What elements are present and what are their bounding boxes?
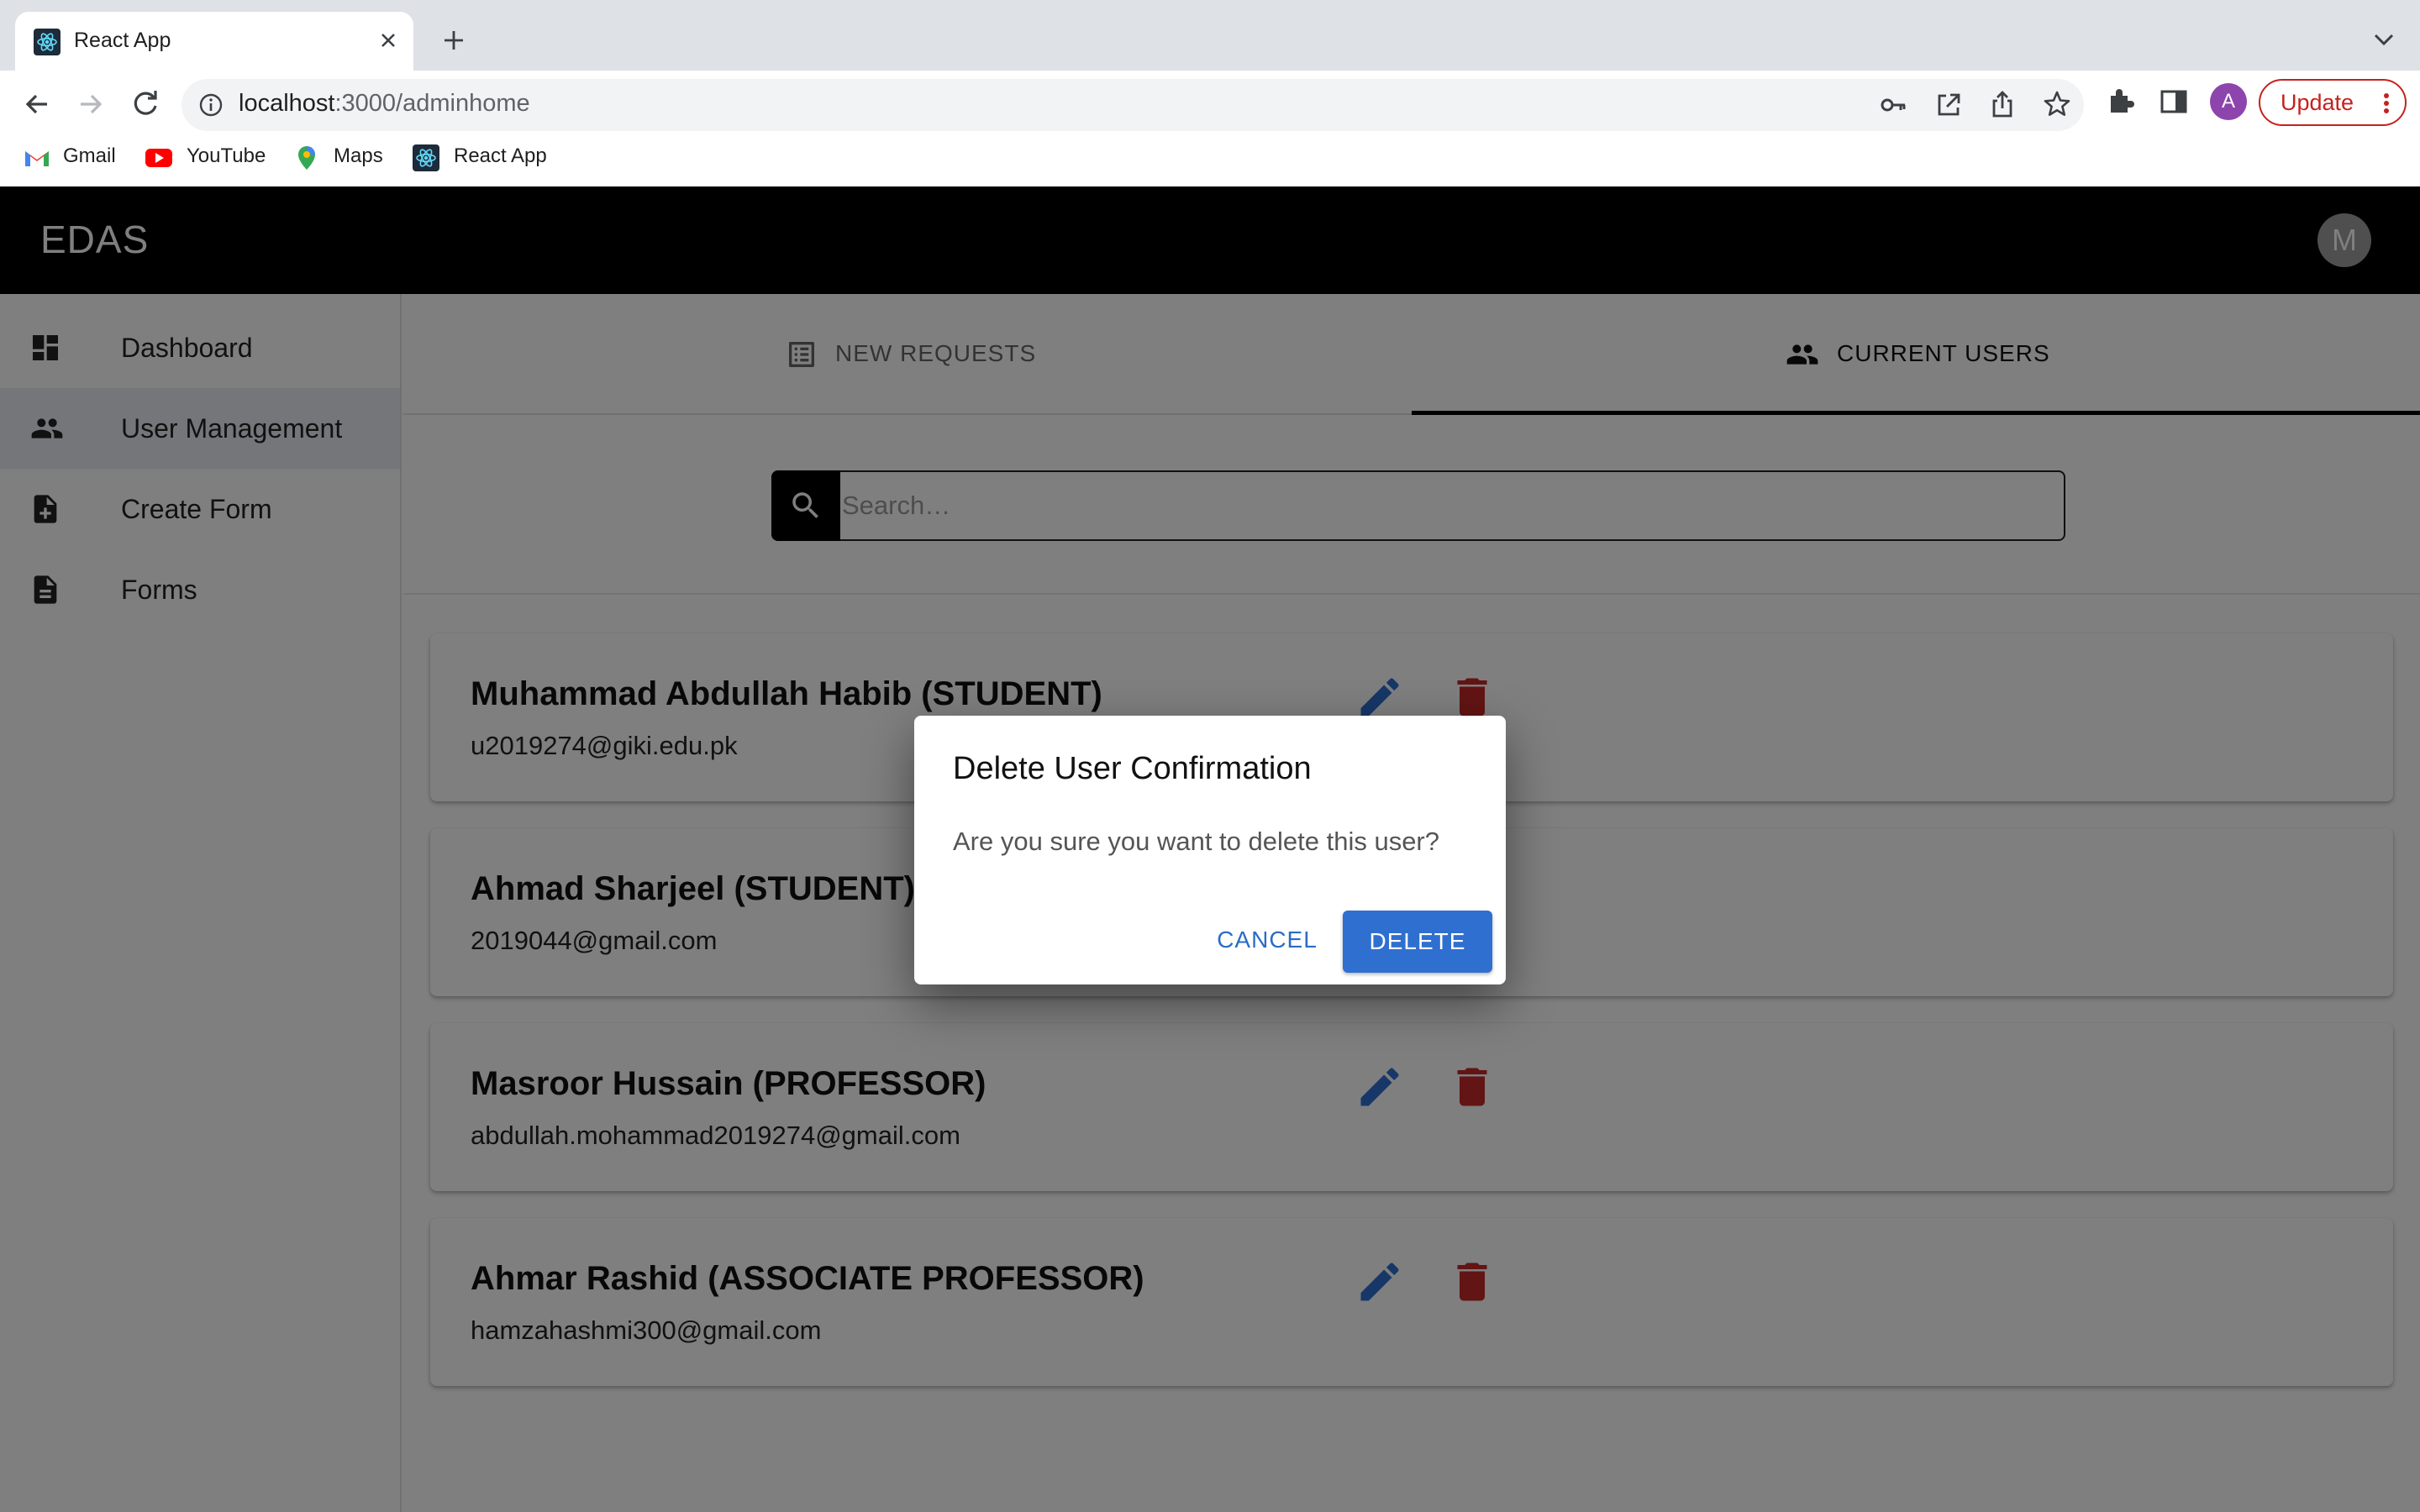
share-icon[interactable]: [1988, 89, 2017, 119]
forward-arrow-icon[interactable]: [74, 87, 108, 121]
youtube-icon: [145, 149, 172, 167]
bookmark-maps[interactable]: Maps: [334, 144, 383, 168]
react-favicon-icon: [34, 29, 60, 55]
bookmark-youtube[interactable]: YouTube: [187, 144, 266, 168]
update-label: Update: [2281, 90, 2354, 115]
close-tab-icon[interactable]: [378, 30, 398, 50]
delete-button[interactable]: DELETE: [1343, 911, 1492, 973]
new-tab-icon[interactable]: [442, 29, 466, 52]
gmail-icon: [25, 151, 49, 166]
password-key-icon[interactable]: [1879, 91, 1907, 119]
cancel-button[interactable]: CANCEL: [1208, 911, 1326, 969]
url-path: :3000/adminhome: [334, 90, 530, 117]
bookmark-gmail[interactable]: Gmail: [63, 144, 116, 168]
delete-confirmation-dialog: Delete User Confirmation Are you sure yo…: [914, 716, 1506, 984]
site-info-icon[interactable]: [198, 92, 224, 118]
bookmark-react-app[interactable]: React App: [454, 144, 547, 168]
extensions-puzzle-icon[interactable]: [2104, 86, 2136, 118]
more-vert-icon: [2384, 93, 2389, 113]
url-text[interactable]: localhost:3000/adminhome: [239, 90, 530, 118]
dialog-title: Delete User Confirmation: [953, 751, 1312, 786]
reload-icon[interactable]: [128, 86, 163, 121]
browser-profile-avatar[interactable]: A: [2210, 83, 2247, 120]
browser-tab-title: React App: [74, 29, 171, 52]
tab-search-chevron-icon[interactable]: [2373, 32, 2395, 47]
bookmark-star-icon[interactable]: [2042, 89, 2072, 119]
back-arrow-icon[interactable]: [20, 87, 54, 121]
open-in-new-icon[interactable]: [1934, 91, 1963, 119]
react-favicon-icon: [413, 144, 439, 171]
url-host: localhost: [239, 90, 335, 117]
browser-update-button[interactable]: Update: [2259, 79, 2407, 126]
side-panel-icon[interactable]: [2158, 86, 2190, 118]
dialog-message: Are you sure you want to delete this use…: [953, 827, 1439, 856]
maps-pin-icon: [298, 146, 315, 170]
